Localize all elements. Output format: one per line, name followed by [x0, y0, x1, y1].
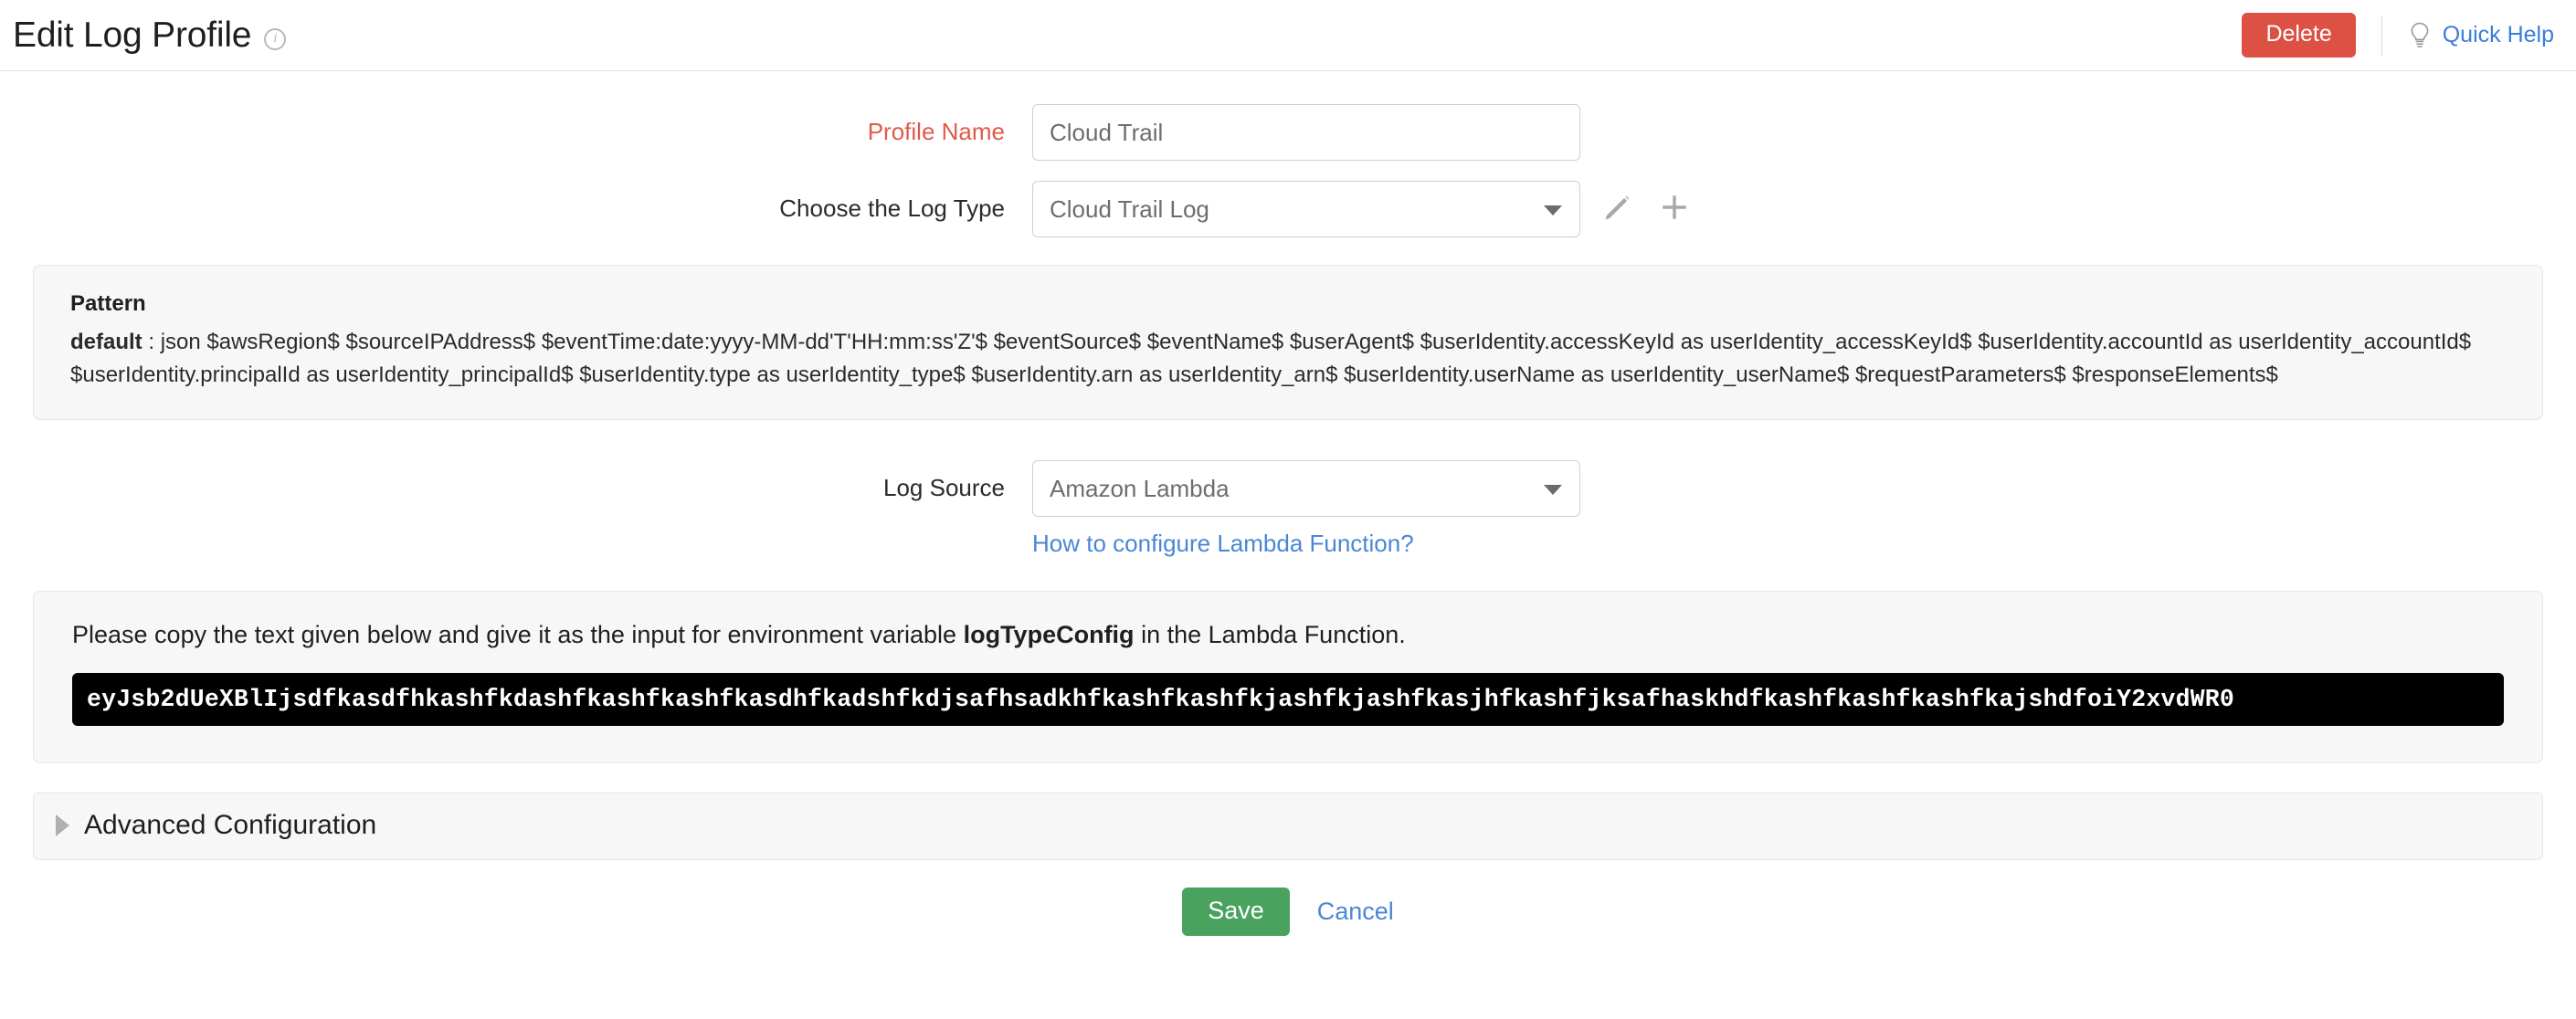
lightbulb-icon: [2411, 22, 2429, 47]
log-source-label: Log Source: [883, 474, 1005, 501]
configure-lambda-link[interactable]: How to configure Lambda Function?: [1032, 530, 1580, 558]
lambda-config-code[interactable]: eyJsb2dUeXBlIjsdfkasdfhkashfkdashfkashfk…: [72, 673, 2504, 727]
pattern-separator: :: [142, 330, 161, 354]
delete-button[interactable]: Delete: [2242, 13, 2356, 58]
pattern-panel: Pattern default : json $awsRegion$ $sour…: [33, 265, 2543, 420]
log-type-row: Choose the Log Type Cloud Trail Log: [0, 181, 2576, 237]
chevron-right-icon: [56, 814, 69, 837]
pattern-title: Pattern: [70, 291, 146, 316]
pattern-name: default: [70, 330, 143, 354]
cancel-link[interactable]: Cancel: [1317, 898, 1394, 926]
log-type-field-col: Cloud Trail Log: [1032, 181, 1690, 237]
log-type-select[interactable]: Cloud Trail Log: [1032, 181, 1580, 237]
profile-name-row: Profile Name: [0, 104, 2576, 161]
page-title: Edit Log Profile: [13, 16, 252, 55]
header-divider: [2381, 15, 2382, 56]
save-button[interactable]: Save: [1182, 888, 1290, 937]
log-type-select-wrap: Cloud Trail Log: [1032, 181, 1580, 237]
log-source-row: Log Source Amazon Lambda How to configur…: [0, 460, 2576, 558]
log-type-label: Choose the Log Type: [779, 194, 1005, 222]
lambda-text-before: Please copy the text given below and giv…: [72, 621, 964, 648]
lambda-instruction: Please copy the text given below and giv…: [72, 619, 2504, 651]
page-header: Edit Log Profile i Delete Quick Help: [0, 0, 2576, 71]
profile-name-label: Profile Name: [867, 118, 1005, 145]
profile-name-input[interactable]: [1032, 104, 1580, 161]
lambda-config-panel: Please copy the text given below and giv…: [33, 591, 2543, 764]
advanced-configuration-label: Advanced Configuration: [84, 810, 377, 841]
form-footer: Save Cancel: [0, 888, 2576, 937]
profile-name-field-col: [1032, 104, 1580, 161]
plus-icon[interactable]: [1659, 192, 1690, 223]
pattern-body: default : json $awsRegion$ $sourceIPAddr…: [70, 326, 2506, 392]
advanced-configuration-section[interactable]: Advanced Configuration: [33, 793, 2543, 861]
header-actions: Delete Quick Help: [2242, 13, 2554, 58]
pencil-icon[interactable]: [1602, 192, 1633, 223]
pattern-value: json $awsRegion$ $sourceIPAddress$ $even…: [70, 330, 2472, 387]
lambda-text-after: in the Lambda Function.: [1134, 621, 1406, 648]
log-source-select-wrap: Amazon Lambda: [1032, 460, 1580, 517]
log-source-field-col: Amazon Lambda How to configure Lambda Fu…: [1032, 460, 1580, 558]
log-source-select[interactable]: Amazon Lambda: [1032, 460, 1580, 517]
quick-help-label: Quick Help: [2442, 22, 2554, 47]
info-circle-icon[interactable]: i: [264, 27, 287, 50]
lambda-variable-name: logTypeConfig: [963, 621, 1135, 648]
quick-help-link[interactable]: Quick Help: [2408, 22, 2554, 49]
form-content: Profile Name Choose the Log Type Cloud T…: [0, 71, 2576, 937]
